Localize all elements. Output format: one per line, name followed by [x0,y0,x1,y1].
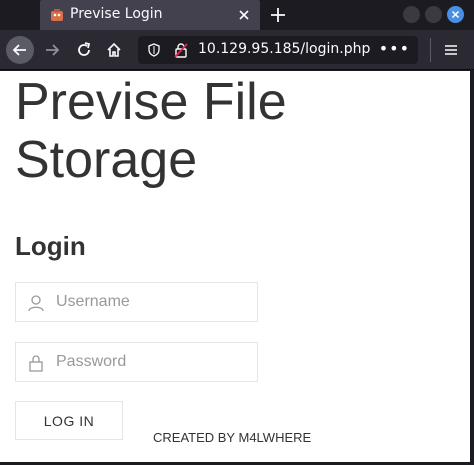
insecure-lock-icon[interactable] [172,41,190,59]
maximize-button[interactable] [425,6,442,23]
lock-icon [29,355,43,372]
credit-text: CREATED BY M4LWHERE [153,430,312,445]
password-field[interactable] [15,342,258,382]
forward-arrow-icon [46,44,60,56]
tab-bar: Previse Login [0,0,474,30]
close-window-icon [451,10,460,19]
toolbar-separator [430,38,431,62]
login-heading: Login [15,231,86,261]
url-text: 10.129.95.185/login.php [198,41,371,57]
user-icon [28,295,44,312]
login-button[interactable]: LOG IN [15,401,123,440]
forward-button[interactable] [38,36,66,64]
close-tab-icon[interactable] [236,7,252,23]
previse-favicon-icon [51,9,63,21]
minimize-button[interactable] [403,6,420,23]
home-icon [107,42,121,57]
hamburger-menu-icon[interactable] [442,41,460,59]
window-close-button[interactable] [447,6,464,23]
tab-previse-login[interactable]: Previse Login [40,0,260,30]
tracking-shield-icon[interactable] [146,42,162,58]
reload-icon [78,42,91,56]
tab-title: Previse Login [70,6,163,22]
site-title: Previse File Storage [15,73,287,189]
window-edge-right [470,71,474,465]
username-input[interactable] [56,283,251,321]
page-content: Previse File Storage Login LOG IN CREATE… [0,71,470,462]
url-bar[interactable]: 10.129.95.185/login.php ••• [138,36,418,64]
username-field[interactable] [15,282,258,322]
back-button[interactable] [6,36,34,64]
password-input[interactable] [56,343,251,381]
nav-toolbar: 10.129.95.185/login.php ••• [0,30,474,70]
reload-button[interactable] [70,36,98,64]
page-actions-menu[interactable]: ••• [379,39,410,58]
back-arrow-icon [12,44,26,56]
new-tab-icon[interactable] [268,5,288,25]
home-button[interactable] [100,36,128,64]
